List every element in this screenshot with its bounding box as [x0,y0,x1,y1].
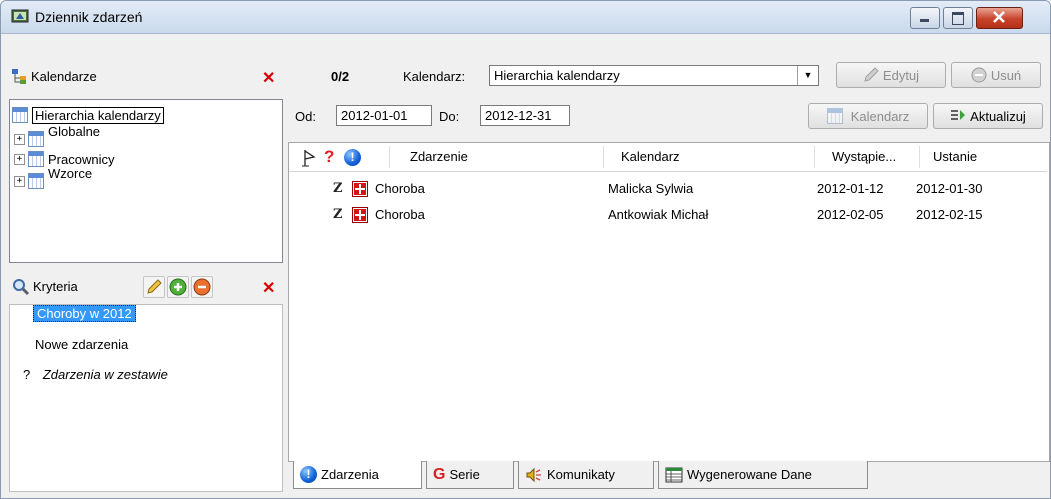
close-calendars-panel-icon[interactable]: ✕ [262,68,275,88]
calendars-panel-header: Kalendarze ✕ [9,65,282,89]
criteria-item[interactable]: Choroby w 2012 [33,305,136,323]
minimize-icon [920,19,929,22]
expand-icon[interactable]: + [14,133,25,145]
info-icon[interactable]: ! [344,149,361,166]
series-icon: G [433,465,446,483]
to-date-field[interactable]: 2012-12-31 [480,105,570,126]
column-header-end[interactable]: Ustanie [933,149,977,164]
tree-item-global[interactable]: + Globalne [14,124,100,148]
calendar-icon [12,107,28,123]
tab-series[interactable]: G Serie [426,461,514,489]
calendar-button[interactable]: Kalendarz [808,103,928,129]
row-mark: Z [333,181,343,196]
row-end: 2012-02-15 [916,207,983,222]
calendar-icon [28,151,44,167]
row-event: Choroba [375,181,425,196]
chevron-down-icon[interactable]: ▼ [797,66,818,85]
delete-button[interactable]: Usuń [951,62,1041,88]
tree-item-hierarchy[interactable]: Hierarchia kalendarzy [12,106,164,124]
minus-circle-icon [971,67,987,83]
sickness-icon [352,181,368,197]
pencil-icon [147,279,162,294]
maximize-icon [952,12,964,25]
magnifier-icon [13,279,30,296]
from-date-field[interactable]: 2012-01-01 [336,105,432,126]
close-window-button[interactable] [976,7,1023,29]
tree-item-label: Hierarchia kalendarzy [32,106,164,124]
plus-circle-icon [169,278,187,296]
grid-header: ? ! Zdarzenie Kalendarz Wystąpie... Usta… [289,144,1047,172]
calendar-icon [28,173,44,189]
from-label: Od: [295,109,316,124]
pencil-icon [864,67,879,82]
flag-icon[interactable] [301,149,317,167]
column-separator[interactable] [814,146,815,168]
minimize-button[interactable] [910,7,940,29]
row-calendar: Malicka Sylwia [608,181,694,196]
column-separator[interactable] [389,146,390,168]
column-separator[interactable] [919,146,920,168]
expand-icon[interactable]: + [14,153,25,165]
maximize-button[interactable] [943,7,973,29]
close-criteria-panel-icon[interactable]: ✕ [262,278,275,298]
window-title: Dziennik zdarzeń [35,9,143,25]
title-bar[interactable]: Dziennik zdarzeń [1,1,1050,34]
table-data-icon [665,467,683,482]
to-label: Do: [439,109,460,124]
calendar-icon [28,131,44,147]
table-row[interactable]: Z Choroba Antkowiak Michał 2012-02-05 20… [290,203,1047,229]
tab-events[interactable]: ! Zdarzenia [293,461,422,489]
criteria-item[interactable]: ? Zdarzenia w zestawie [23,366,168,384]
calendar-label: Kalendarz: [403,69,466,84]
refresh-button[interactable]: Aktualizuj [933,103,1043,129]
tree-item-templates[interactable]: + Wzorce [14,166,92,190]
event-counter: 0/2 [331,69,350,84]
calendars-tree[interactable]: Hierarchia kalendarzy + Globalne + Praco… [9,99,283,263]
calendar-icon [826,108,843,124]
criteria-item[interactable]: Nowe zdarzenia [35,336,128,354]
column-header-calendar[interactable]: Kalendarz [621,149,680,164]
column-header-event[interactable]: Zdarzenie [410,149,468,164]
column-header-start[interactable]: Wystąpie... [832,149,896,164]
calendar-select[interactable]: Hierarchia kalendarzy ▼ [489,65,819,86]
column-separator[interactable] [603,146,604,168]
edit-criteria-button[interactable] [143,276,165,298]
unknown-marker: ? [23,367,31,382]
calendars-panel-title: Kalendarze [31,69,97,84]
calendar-tree-icon [12,69,26,84]
row-mark: Z [333,207,343,222]
remove-criteria-button[interactable] [191,276,213,298]
main-window: Dziennik zdarzeń Kalendarze ✕ Hierarchia… [0,0,1051,499]
tree-item-label: Wzorce [48,165,93,181]
row-end: 2012-01-30 [916,181,983,196]
info-icon: ! [300,466,317,483]
minus-circle-icon [193,278,211,296]
close-icon [993,11,1005,23]
sickness-icon [352,207,368,223]
criteria-list[interactable]: Choroby w 2012 Nowe zdarzenia ? Zdarzeni… [9,304,283,492]
speaker-icon [526,467,541,482]
row-start: 2012-02-05 [817,207,884,222]
add-criteria-button[interactable] [167,276,189,298]
journal-app-icon [11,9,29,23]
table-row[interactable]: Z Choroba Malicka Sylwia 2012-01-12 2012… [290,177,1047,203]
edit-button[interactable]: Edytuj [836,62,946,88]
row-calendar: Antkowiak Michał [608,207,709,222]
row-start: 2012-01-12 [817,181,884,196]
expand-icon[interactable]: + [14,175,25,187]
criteria-panel-title: Kryteria [33,279,78,294]
refresh-list-icon [951,110,966,120]
row-event: Choroba [375,207,425,222]
question-icon[interactable]: ? [324,147,334,167]
tree-item-label: Pracownicy [48,151,115,167]
tree-item-label: Globalne [48,123,101,139]
tab-generated-data[interactable]: Wygenerowane Dane [658,461,868,489]
tab-messages[interactable]: Komunikaty [518,461,654,489]
criteria-panel-header: Kryteria ✕ [9,273,282,301]
